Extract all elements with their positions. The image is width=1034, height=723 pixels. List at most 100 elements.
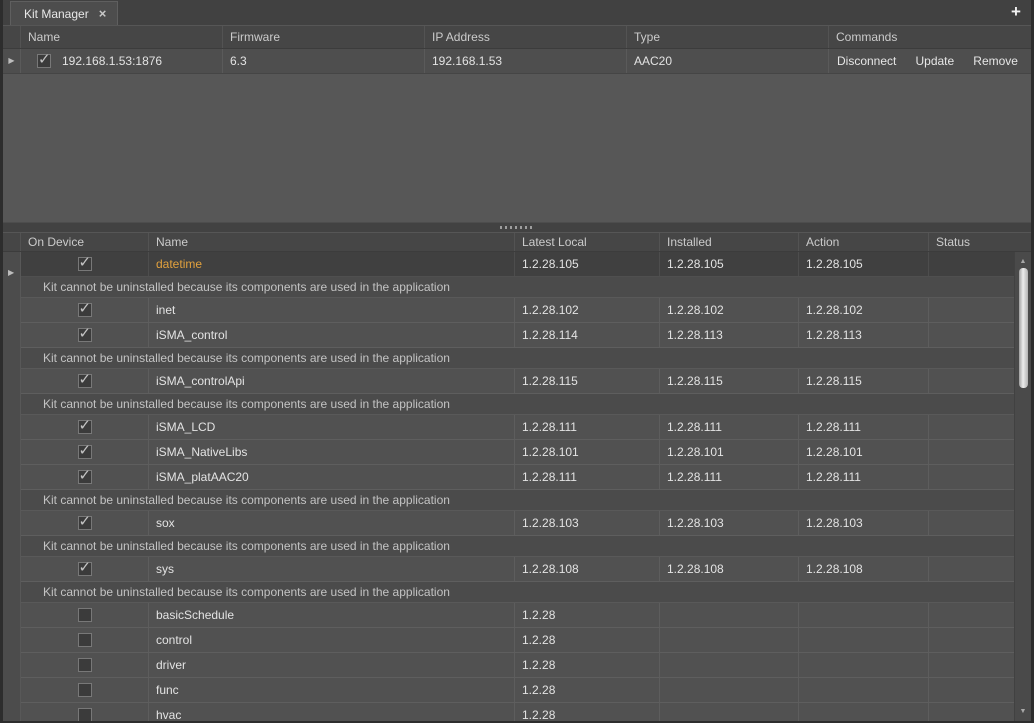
device-column-commands[interactable]: Commands: [829, 26, 1031, 48]
on-device-checkbox[interactable]: ✓: [78, 470, 92, 484]
kit-row[interactable]: ✓ iSMA_NativeLibs 1.2.28.101 1.2.28.101 …: [21, 440, 1014, 465]
device-commands-cell: Disconnect Update Remove: [829, 49, 1031, 73]
kit-row[interactable]: ✓ datetime 1.2.28.105 1.2.28.105 1.2.28.…: [21, 252, 1014, 277]
kit-uninstall-message: Kit cannot be uninstalled because its co…: [21, 277, 1014, 298]
tab-title: Kit Manager: [24, 7, 89, 21]
on-device-checkbox[interactable]: ✓: [78, 374, 92, 388]
device-checkbox[interactable]: ✓: [37, 54, 51, 68]
kit-row[interactable]: ✓ sys 1.2.28.108 1.2.28.108 1.2.28.108: [21, 557, 1014, 582]
update-button[interactable]: Update: [915, 54, 954, 68]
kit-uninstall-message: Kit cannot be uninstalled because its co…: [21, 490, 1014, 511]
on-device-cell: ✓: [21, 323, 149, 347]
on-device-cell: ✓: [21, 511, 149, 535]
remove-button[interactable]: Remove: [973, 54, 1018, 68]
kit-row[interactable]: ✓ iSMA_control 1.2.28.114 1.2.28.113 1.2…: [21, 323, 1014, 348]
kit-row[interactable]: ✓ control 1.2.28: [21, 628, 1014, 653]
vertical-scrollbar[interactable]: ▲ ▼: [1014, 252, 1031, 721]
scroll-down-icon[interactable]: ▼: [1015, 708, 1031, 715]
kit-installed: [660, 628, 799, 652]
kit-latest-local: 1.2.28.114: [515, 323, 660, 347]
scrollbar-thumb[interactable]: [1019, 268, 1028, 388]
on-device-cell: ✓: [21, 557, 149, 581]
kit-name: hvac: [149, 703, 515, 721]
on-device-checkbox[interactable]: ✓: [78, 420, 92, 434]
check-mark-icon: ✓: [79, 324, 92, 342]
check-mark-icon: ✓: [79, 441, 92, 459]
kit-row[interactable]: ✓ hvac 1.2.28: [21, 703, 1014, 721]
kit-installed: 1.2.28.103: [660, 511, 799, 535]
kit-row[interactable]: ✓ basicSchedule 1.2.28: [21, 603, 1014, 628]
kit-column-latest-local[interactable]: Latest Local: [515, 233, 660, 251]
device-row[interactable]: ▶ ✓ 192.168.1.53:1876 6.3 192.168.1.53 A…: [3, 49, 1031, 74]
kit-name: inet: [149, 298, 515, 322]
kit-status: [929, 298, 1014, 322]
kit-column-installed[interactable]: Installed: [660, 233, 799, 251]
kit-row[interactable]: ✓ func 1.2.28: [21, 678, 1014, 703]
kit-row-indicator-column: ▶: [3, 252, 21, 721]
kit-row[interactable]: ✓ sox 1.2.28.103 1.2.28.103 1.2.28.103: [21, 511, 1014, 536]
disconnect-button[interactable]: Disconnect: [837, 54, 896, 68]
kit-column-status[interactable]: Status: [929, 233, 1031, 251]
kit-status: [929, 703, 1014, 721]
kit-installed: [660, 603, 799, 627]
kit-name: sox: [149, 511, 515, 535]
on-device-checkbox[interactable]: ✓: [78, 608, 92, 622]
kit-installed: 1.2.28.113: [660, 323, 799, 347]
kit-installed: [660, 678, 799, 702]
horizontal-splitter[interactable]: [3, 222, 1031, 232]
kit-column-on-device[interactable]: On Device: [21, 233, 149, 251]
check-mark-icon: ✓: [79, 370, 92, 388]
add-device-button[interactable]: +: [1007, 3, 1025, 21]
device-firmware: 6.3: [223, 49, 425, 73]
device-name: 192.168.1.53:1876: [62, 54, 162, 68]
kit-row[interactable]: ✓ driver 1.2.28: [21, 653, 1014, 678]
tab-bar: Kit Manager × +: [0, 0, 1034, 25]
device-column-firmware[interactable]: Firmware: [223, 26, 425, 48]
kit-name: sys: [149, 557, 515, 581]
on-device-checkbox[interactable]: ✓: [78, 708, 92, 721]
kit-row[interactable]: ✓ iSMA_LCD 1.2.28.111 1.2.28.111 1.2.28.…: [21, 415, 1014, 440]
on-device-checkbox[interactable]: ✓: [78, 257, 92, 271]
tab-kit-manager[interactable]: Kit Manager ×: [10, 1, 118, 25]
kit-action: 1.2.28.103: [799, 511, 929, 535]
on-device-checkbox[interactable]: ✓: [78, 516, 92, 530]
device-column-ip-address[interactable]: IP Address: [425, 26, 627, 48]
kit-action: [799, 653, 929, 677]
on-device-checkbox[interactable]: ✓: [78, 303, 92, 317]
kit-status: [929, 678, 1014, 702]
kit-column-name[interactable]: Name: [149, 233, 515, 251]
kit-name: iSMA_platAAC20: [149, 465, 515, 489]
device-column-name[interactable]: Name: [21, 26, 223, 48]
kit-status: [929, 440, 1014, 464]
check-mark-icon: ✓: [79, 466, 92, 484]
kit-row[interactable]: ✓ inet 1.2.28.102 1.2.28.102 1.2.28.102: [21, 298, 1014, 323]
kit-name: iSMA_controlApi: [149, 369, 515, 393]
kit-installed: 1.2.28.101: [660, 440, 799, 464]
scroll-up-icon[interactable]: ▲: [1015, 258, 1031, 265]
device-column-type[interactable]: Type: [627, 26, 829, 48]
kit-latest-local: 1.2.28: [515, 628, 660, 652]
kit-column-action[interactable]: Action: [799, 233, 929, 251]
kit-uninstall-message: Kit cannot be uninstalled because its co…: [21, 582, 1014, 603]
kit-uninstall-message: Kit cannot be uninstalled because its co…: [21, 348, 1014, 369]
check-mark-icon: ✓: [79, 299, 92, 317]
kit-row[interactable]: ✓ iSMA_platAAC20 1.2.28.111 1.2.28.111 1…: [21, 465, 1014, 490]
on-device-checkbox[interactable]: ✓: [78, 328, 92, 342]
on-device-checkbox[interactable]: ✓: [78, 683, 92, 697]
on-device-cell: ✓: [21, 703, 149, 721]
on-device-checkbox[interactable]: ✓: [78, 633, 92, 647]
check-mark-icon: ✓: [79, 253, 92, 271]
on-device-cell: ✓: [21, 603, 149, 627]
on-device-checkbox[interactable]: ✓: [78, 562, 92, 576]
device-row-indicator-cell: ▶: [3, 49, 21, 73]
kit-status: [929, 415, 1014, 439]
kit-latest-local: 1.2.28.101: [515, 440, 660, 464]
on-device-checkbox[interactable]: ✓: [78, 658, 92, 672]
kit-row[interactable]: ✓ iSMA_controlApi 1.2.28.115 1.2.28.115 …: [21, 369, 1014, 394]
on-device-checkbox[interactable]: ✓: [78, 445, 92, 459]
on-device-cell: ✓: [21, 252, 149, 276]
on-device-cell: ✓: [21, 440, 149, 464]
device-table-header: Name Firmware IP Address Type Commands: [3, 25, 1031, 49]
kit-installed: [660, 703, 799, 721]
close-tab-icon[interactable]: ×: [99, 7, 107, 20]
